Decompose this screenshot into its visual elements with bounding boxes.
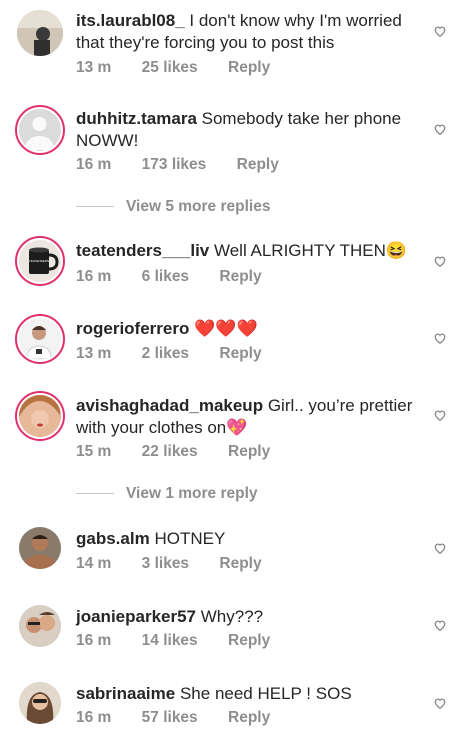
heart-outline-icon[interactable] [433, 254, 447, 268]
comment-username[interactable]: joanieparker57 [76, 607, 196, 626]
comment-username[interactable]: teatenders___liv [76, 241, 209, 260]
heart-outline-icon[interactable] [433, 408, 447, 422]
comment-likes[interactable]: 3 likes [142, 555, 189, 572]
comment-text: HOTNEY [154, 529, 226, 548]
reply-button[interactable]: Reply [228, 632, 270, 649]
avatar-photo-icon [19, 605, 61, 647]
heart-outline-icon[interactable] [433, 24, 447, 38]
comment-text: Why??? [200, 607, 264, 626]
avatar-photo-icon [17, 10, 63, 56]
avatar-photo-icon [19, 527, 61, 569]
comment-text: She need HELP ! SOS [179, 684, 352, 703]
comment-likes[interactable]: 2 likes [142, 345, 189, 362]
comment-likes[interactable]: 14 likes [142, 632, 198, 649]
divider-line [76, 493, 114, 495]
reply-button[interactable]: Reply [228, 443, 270, 460]
comment-username[interactable]: avishaghadad_makeup [76, 396, 263, 415]
avatar[interactable] [15, 314, 65, 364]
reply-button[interactable]: Reply [237, 156, 279, 173]
comment-likes[interactable]: 6 likes [142, 268, 189, 285]
comment-likes[interactable]: 57 likes [142, 709, 198, 726]
avatar[interactable] [19, 682, 61, 724]
comment-likes[interactable]: 25 likes [142, 59, 198, 76]
comment-time: 16 m [76, 156, 112, 173]
reply-button[interactable]: Reply [219, 268, 261, 285]
comment-username[interactable]: gabs.alm [76, 529, 150, 548]
avatar[interactable]: TEATENDERS [15, 236, 65, 286]
reply-button[interactable]: Reply [219, 555, 261, 572]
comment-time: 16 m [76, 632, 112, 649]
comment-username[interactable]: rogerioferrero [76, 319, 189, 338]
mug-avatar-icon: TEATENDERS [19, 240, 60, 281]
avatar[interactable] [15, 391, 65, 441]
comment-username[interactable]: duhhitz.tamara [76, 109, 197, 128]
view-more-replies-button[interactable]: View 5 more replies [76, 198, 270, 216]
comment-username[interactable]: its.laurabl08_ [76, 11, 185, 30]
comment-time: 13 m [76, 59, 112, 76]
comment-time: 14 m [76, 555, 112, 572]
svg-text:TEATENDERS: TEATENDERS [29, 259, 49, 263]
comment-likes[interactable]: 173 likes [142, 156, 207, 173]
heart-outline-icon[interactable] [433, 122, 447, 136]
avatar[interactable] [19, 605, 61, 647]
avatar[interactable] [17, 10, 63, 56]
avatar[interactable] [19, 527, 61, 569]
comment-time: 16 m [76, 268, 112, 285]
comment-time: 13 m [76, 345, 112, 362]
reply-button[interactable]: Reply [228, 709, 270, 726]
reply-button[interactable]: Reply [219, 345, 261, 362]
view-replies-label: View 5 more replies [126, 198, 271, 215]
avatar-photo-icon [19, 395, 60, 436]
comment-time: 16 m [76, 709, 112, 726]
divider-line [76, 206, 114, 208]
comment-text: Well ALRIGHTY THEN😆 [213, 241, 408, 260]
heart-outline-icon[interactable] [433, 696, 447, 710]
default-avatar-icon [19, 109, 60, 150]
view-replies-label: View 1 more reply [126, 485, 258, 502]
avatar-photo-icon [19, 318, 60, 359]
comment-text: ❤️❤️❤️ [194, 319, 258, 338]
avatar[interactable] [15, 105, 65, 155]
comment-username[interactable]: sabrinaaime [76, 684, 175, 703]
comment-likes[interactable]: 22 likes [142, 443, 198, 460]
view-more-replies-button[interactable]: View 1 more reply [76, 485, 258, 503]
heart-outline-icon[interactable] [433, 541, 447, 555]
avatar-photo-icon [19, 682, 61, 724]
heart-outline-icon[interactable] [433, 331, 447, 345]
reply-button[interactable]: Reply [228, 59, 270, 76]
comment-time: 15 m [76, 443, 112, 460]
heart-outline-icon[interactable] [433, 618, 447, 632]
